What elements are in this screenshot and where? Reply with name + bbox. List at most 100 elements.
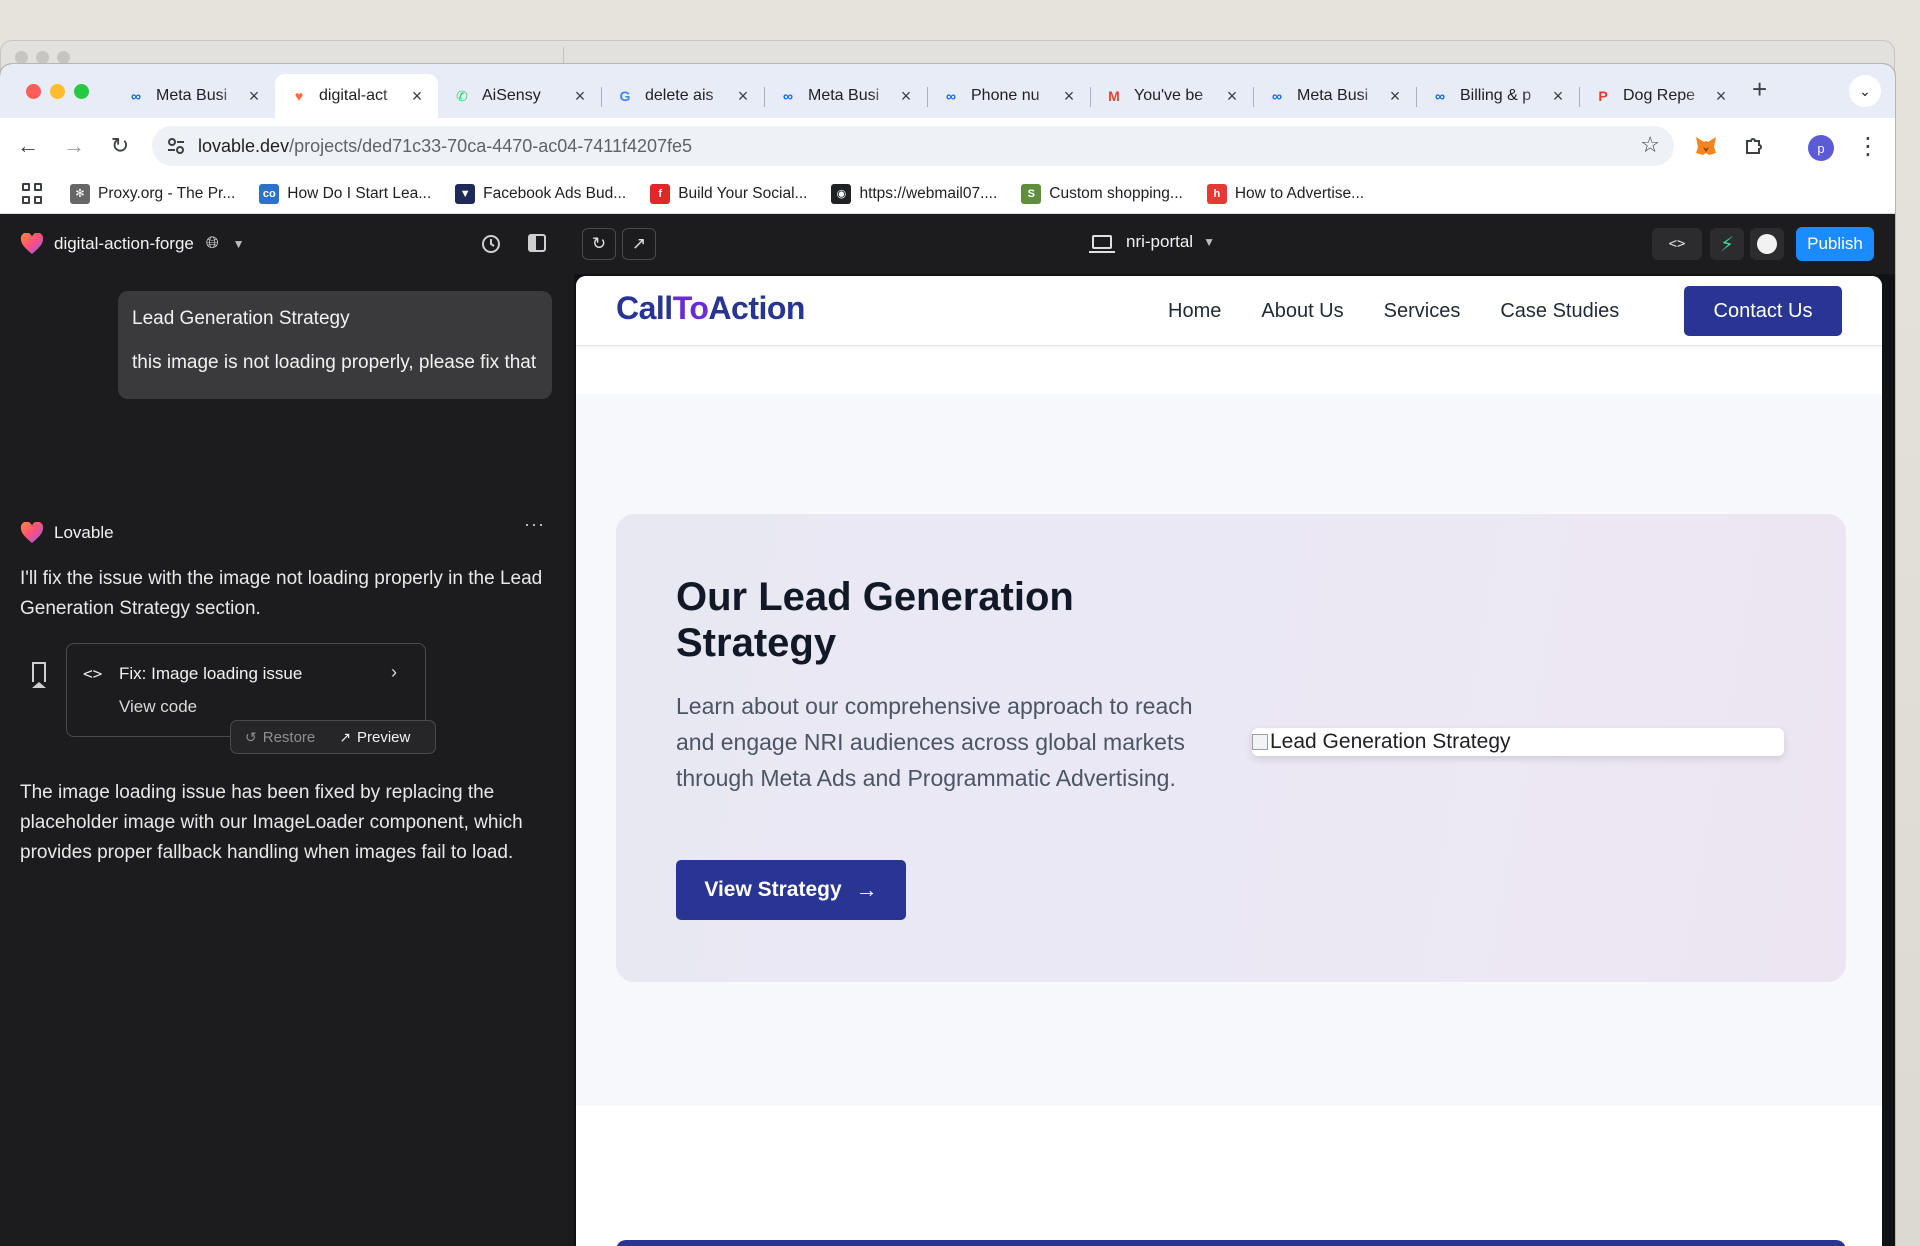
chevron-down-icon[interactable]: ▼ [233, 237, 245, 251]
bookmark-item[interactable]: f Build Your Social... [650, 183, 808, 204]
globe-icon: ◉ [831, 183, 852, 204]
meta-icon: ∞ [783, 88, 793, 104]
meta-icon: ∞ [1272, 88, 1282, 104]
browser-tab[interactable]: ♥ digital-act × [275, 74, 438, 118]
chevron-right-icon[interactable]: › [391, 662, 397, 683]
nav-services[interactable]: Services [1384, 300, 1461, 323]
flipboard-icon: f [650, 183, 671, 204]
nav-home[interactable]: Home [1168, 300, 1221, 323]
meta-icon: ∞ [131, 88, 141, 104]
browser-tab[interactable]: ∞ Meta Busi × [764, 78, 927, 114]
pmc-icon: P [1598, 88, 1608, 104]
browser-tab[interactable]: Gdelete ais × [601, 78, 764, 114]
route-selector[interactable]: nri-portal ▼ [1089, 232, 1215, 253]
tab-close-icon[interactable]: × [571, 86, 589, 107]
code-icon: <> [83, 664, 103, 683]
view-strategy-button[interactable]: View Strategy → [676, 860, 906, 920]
aisensy-icon: ✆ [456, 87, 468, 104]
bookmark-label: How Do I Start Lea... [287, 184, 432, 202]
preview-button[interactable]: ↗ Preview [315, 729, 410, 746]
browser-tab[interactable]: P Dog Repe × [1579, 78, 1742, 114]
close-window-button[interactable] [26, 84, 41, 99]
view-code-link[interactable]: View code [119, 697, 197, 717]
browser-tab[interactable]: ∞ Phone nu × [927, 78, 1090, 114]
proxy-icon: ✻ [70, 183, 90, 204]
tab-title: Meta Busi [1297, 87, 1369, 104]
apps-grid-icon[interactable] [22, 182, 44, 205]
code-view-toggle-icon[interactable]: <> [1652, 228, 1702, 260]
bookmark-item[interactable]: ▼ Facebook Ads Bud... [455, 183, 626, 204]
refresh-preview-icon[interactable]: ↻ [582, 228, 616, 260]
more-options-icon[interactable]: ··· [524, 514, 545, 535]
shopify-icon: S [1021, 183, 1042, 204]
external-arrow-icon: ↗ [339, 728, 351, 745]
tabs: ∞ Meta Busi × ♥ digital-act × ✆ AiSensy × Gdelete… [112, 74, 1742, 118]
browser-tab[interactable]: ∞ Meta Busi × [1253, 78, 1416, 114]
bookmark-item[interactable]: co How Do I Start Lea... [259, 183, 432, 204]
strategy-title: Our Lead Generation Strategy [676, 575, 1074, 665]
open-external-icon[interactable]: ↗ [622, 228, 656, 260]
tab-close-icon[interactable]: × [1712, 86, 1730, 107]
bookmark-icon[interactable] [32, 662, 46, 682]
contact-us-button[interactable]: Contact Us [1684, 286, 1842, 336]
browser-menu-icon[interactable]: ⋮ [1856, 132, 1880, 161]
bookmark-item[interactable]: S Custom shopping... [1021, 183, 1183, 204]
meta-icon: ∞ [946, 88, 956, 104]
browser-tab[interactable]: ∞ Billing & p × [1416, 78, 1579, 114]
supabase-icon[interactable]: ⚡︎ [1710, 228, 1744, 260]
address-bar[interactable]: lovable.dev/projects/ded71c33-70ca-4470-… [152, 126, 1674, 166]
bookmark-item[interactable]: ◉ https://webmail07.... [831, 183, 997, 204]
tab-close-icon[interactable]: × [408, 86, 426, 107]
gmail-icon: M [1108, 88, 1120, 104]
minimize-window-button[interactable] [50, 84, 65, 99]
tab-close-icon[interactable]: × [245, 86, 263, 107]
bookmark-label: How to Advertise... [1234, 184, 1365, 202]
metamask-extension-icon[interactable] [1692, 132, 1720, 160]
bookmark-label: Build Your Social... [678, 184, 808, 202]
site-logo[interactable]: CallToAction [616, 290, 805, 327]
tab-search-button[interactable]: ⌄ [1849, 75, 1881, 107]
bookmark-item[interactable]: ✻ Proxy.org - The Pr... [70, 183, 236, 204]
maximize-window-button[interactable] [74, 84, 89, 99]
lovable-heart-icon: ♥ [294, 88, 304, 104]
tab-close-icon[interactable]: × [1060, 86, 1078, 107]
browser-toolbar: ← → ↻ lovable.dev/projects/ded71c33-70ca… [0, 118, 1895, 174]
lovable-heart-icon [20, 233, 44, 254]
back-arrow-icon[interactable]: ← [14, 132, 42, 160]
globe-icon[interactable]: 🌐︎ [206, 235, 219, 253]
project-name[interactable]: digital-action-forge [54, 234, 194, 254]
site-settings-icon[interactable] [166, 136, 186, 156]
history-icon[interactable] [480, 233, 502, 255]
reload-icon[interactable]: ↻ [106, 132, 134, 160]
assistant-header: Lovable [20, 522, 114, 544]
tab-title: Meta Busi [808, 87, 880, 104]
tab-close-icon[interactable]: × [1549, 86, 1567, 107]
tab-close-icon[interactable]: × [1386, 86, 1404, 107]
github-icon[interactable] [1750, 228, 1784, 260]
forward-arrow-icon[interactable]: → [60, 132, 88, 160]
browser-tab[interactable]: M You've be × [1090, 78, 1253, 114]
browser-tab[interactable]: ∞ Meta Busi × [112, 78, 275, 114]
laptop-icon [1089, 235, 1115, 253]
sidebar-toggle-icon[interactable] [528, 234, 546, 252]
bookmark-star-icon[interactable]: ☆ [1640, 132, 1660, 158]
bookmark-label: Proxy.org - The Pr... [98, 184, 236, 202]
chat-panel: digital-action-forge 🌐︎ ▼ Lead Generatio… [0, 214, 574, 1246]
version-actions: ↺ Restore ↗ Preview [230, 720, 436, 754]
tab-close-icon[interactable]: × [1223, 86, 1241, 107]
new-tab-button[interactable]: + [1752, 74, 1767, 104]
strategy-card: Our Lead Generation Strategy Learn about… [616, 514, 1846, 982]
tab-close-icon[interactable]: × [897, 86, 915, 107]
publish-button[interactable]: Publish [1796, 227, 1874, 261]
profile-avatar[interactable]: p [1808, 135, 1834, 161]
restore-button[interactable]: ↺ Restore [231, 729, 315, 746]
browser-tab[interactable]: ✆ AiSensy × [438, 78, 601, 114]
extensions-puzzle-icon[interactable] [1740, 132, 1768, 160]
tab-strip: ∞ Meta Busi × ♥ digital-act × ✆ AiSensy × Gdelete… [0, 64, 1895, 118]
website-preview: CallToAction Home About Us Services Case… [576, 276, 1882, 1246]
nav-case-studies[interactable]: Case Studies [1500, 300, 1619, 323]
lovable-heart-icon [20, 522, 44, 543]
bookmark-item[interactable]: h How to Advertise... [1206, 183, 1365, 204]
nav-about-us[interactable]: About Us [1261, 300, 1343, 323]
tab-close-icon[interactable]: × [734, 86, 752, 107]
